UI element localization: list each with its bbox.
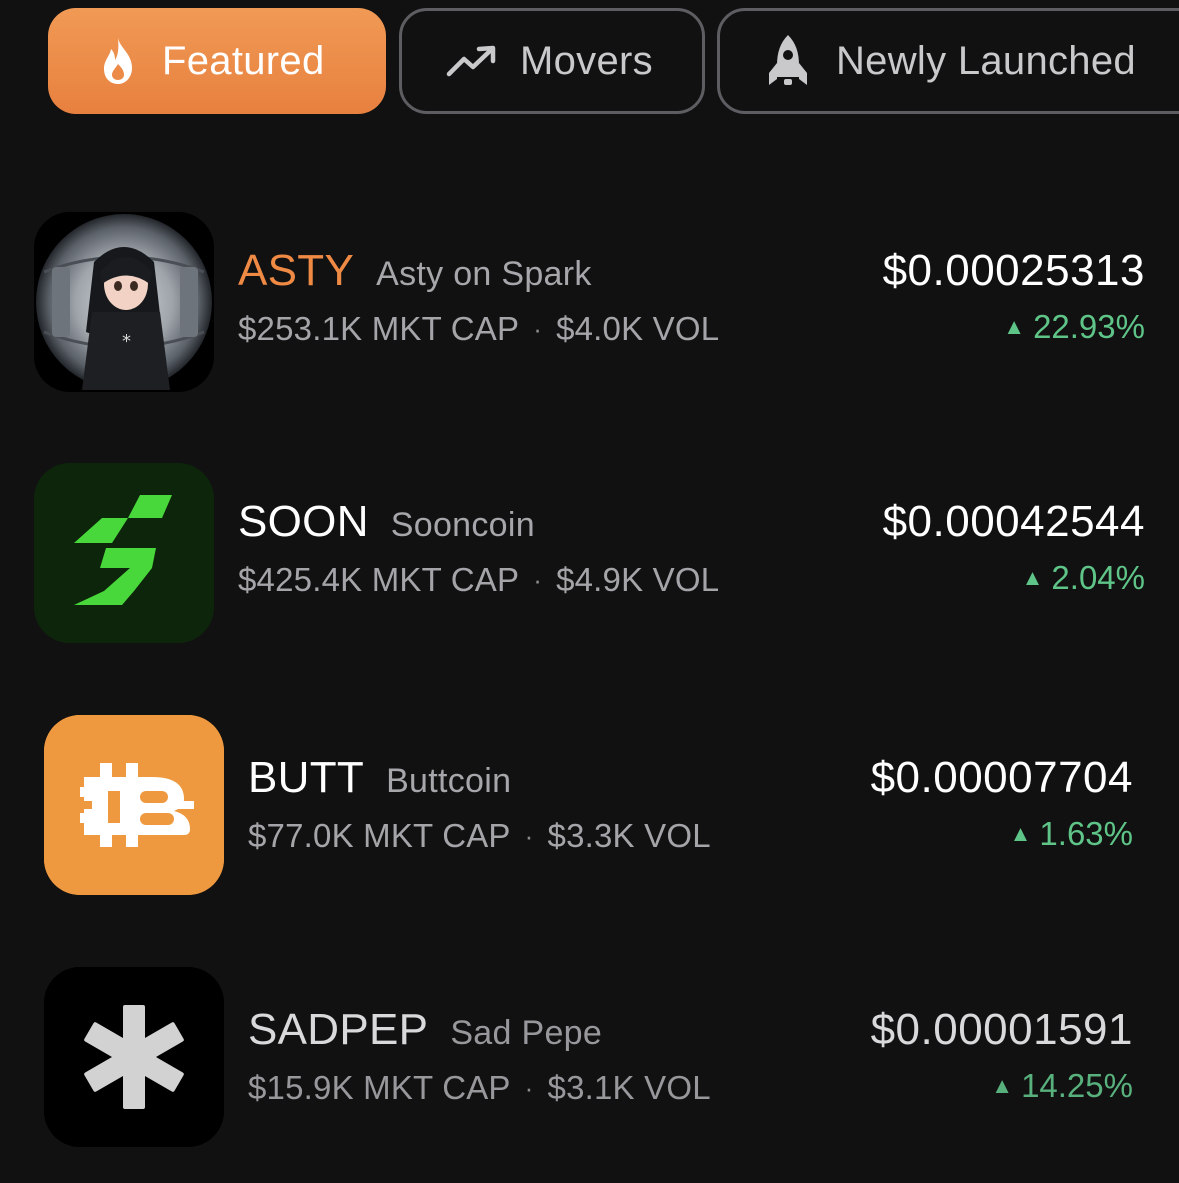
coin-change: ▲ 1.63%: [871, 815, 1133, 853]
coin-change-value: 22.93%: [1033, 308, 1145, 345]
trending-up-icon: [446, 44, 498, 78]
coin-market-cap: $77.0K MKT CAP: [248, 817, 511, 854]
separator-dot: ·: [524, 1072, 534, 1103]
coin-price: $0.00025313: [882, 246, 1145, 295]
coin-change-value: 14.25%: [1021, 1067, 1133, 1104]
coin-row-asty[interactable]: * ASTY Asty on Spark $253.1K MKT CAP · $…: [0, 212, 1179, 392]
coin-price: $0.00042544: [882, 497, 1145, 546]
coin-row-sadpep[interactable]: SADPEP Sad Pepe $15.9K MKT CAP · $3.1K V…: [0, 967, 1179, 1147]
sadpep-info: SADPEP Sad Pepe $15.9K MKT CAP · $3.1K V…: [248, 1005, 711, 1107]
tab-newly-launched[interactable]: Newly Launched: [717, 8, 1179, 114]
coin-ticker: BUTT: [248, 753, 365, 802]
svg-text:*: *: [122, 331, 131, 352]
butt-avatar: [44, 715, 224, 895]
up-arrow-icon: ▲: [1021, 565, 1044, 590]
coin-ticker: SADPEP: [248, 1005, 429, 1054]
separator-dot: ·: [533, 313, 543, 344]
asty-price-block: $0.00025313 ▲ 22.93%: [883, 246, 1145, 346]
coin-change-value: 1.63%: [1039, 815, 1133, 852]
coin-change: ▲ 2.04%: [883, 559, 1145, 597]
coin-change: ▲ 14.25%: [871, 1067, 1133, 1105]
asty-avatar: *: [34, 212, 214, 392]
up-arrow-icon: ▲: [991, 1073, 1014, 1098]
tab-featured[interactable]: Featured: [48, 8, 386, 114]
coin-ticker: SOON: [238, 497, 369, 546]
up-arrow-icon: ▲: [1009, 821, 1032, 846]
sadpep-avatar: [44, 967, 224, 1147]
tab-newly-launched-label: Newly Launched: [836, 38, 1136, 83]
coin-market-cap: $15.9K MKT CAP: [248, 1069, 511, 1106]
soon-avatar: [34, 463, 214, 643]
fire-icon: [96, 36, 140, 86]
coin-market-cap: $425.4K MKT CAP: [238, 561, 520, 598]
rocket-icon: [766, 33, 810, 89]
soon-price-block: $0.00042544 ▲ 2.04%: [883, 497, 1145, 597]
coin-change-value: 2.04%: [1051, 559, 1145, 596]
sadpep-price-block: $0.00001591 ▲ 14.25%: [871, 1005, 1133, 1105]
tab-movers-label: Movers: [520, 38, 653, 83]
coin-price: $0.00007704: [870, 753, 1133, 802]
category-tabs: Featured Movers Newly Launched: [0, 8, 1179, 116]
coin-volume: $3.3K VOL: [547, 817, 711, 854]
butt-price-block: $0.00007704 ▲ 1.63%: [871, 753, 1133, 853]
separator-dot: ·: [533, 564, 543, 595]
coin-name: Sooncoin: [390, 506, 535, 544]
coin-volume: $4.9K VOL: [556, 561, 720, 598]
coin-row-butt[interactable]: BUTT Buttcoin $77.0K MKT CAP · $3.3K VOL…: [0, 715, 1179, 895]
coin-change: ▲ 22.93%: [883, 308, 1145, 346]
butt-info: BUTT Buttcoin $77.0K MKT CAP · $3.3K VOL: [248, 753, 711, 855]
coin-name: Asty on Spark: [376, 255, 592, 293]
coin-ticker: ASTY: [238, 246, 355, 295]
separator-dot: ·: [524, 820, 534, 851]
tab-featured-label: Featured: [162, 38, 325, 83]
soon-info: SOON Sooncoin $425.4K MKT CAP · $4.9K VO…: [238, 497, 719, 599]
up-arrow-icon: ▲: [1003, 314, 1026, 339]
tab-movers[interactable]: Movers: [399, 8, 705, 114]
coin-list-screen: Featured Movers Newly Launched * ASTY As…: [0, 0, 1179, 1183]
coin-market-cap: $253.1K MKT CAP: [238, 310, 520, 347]
coin-name: Buttcoin: [386, 762, 512, 800]
coin-name: Sad Pepe: [450, 1014, 603, 1052]
coin-row-soon[interactable]: SOON Sooncoin $425.4K MKT CAP · $4.9K VO…: [0, 463, 1179, 643]
coin-price: $0.00001591: [870, 1005, 1133, 1054]
coin-volume: $3.1K VOL: [547, 1069, 711, 1106]
asty-info: ASTY Asty on Spark $253.1K MKT CAP · $4.…: [238, 246, 719, 348]
coin-volume: $4.0K VOL: [556, 310, 720, 347]
